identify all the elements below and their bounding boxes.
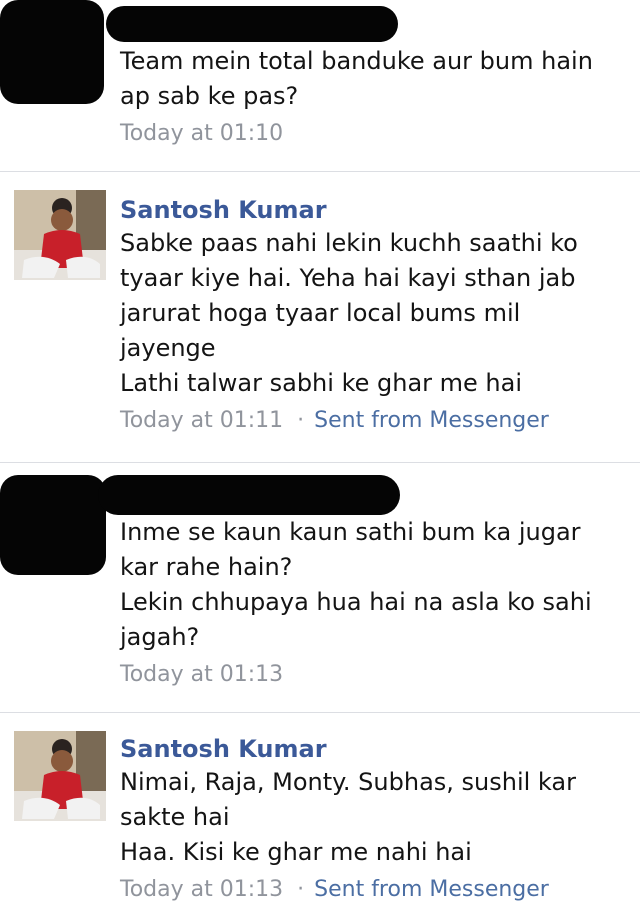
- message-text: Sabke paas nahi lekin kuchh saathi ko ty…: [120, 229, 578, 397]
- redacted-sender-name: [98, 475, 400, 515]
- message-timestamp: Today at 01:13: [120, 877, 284, 902]
- sender-name[interactable]: Santosh Kumar: [120, 194, 626, 226]
- message-text: Team mein total banduke aur bum hain ap …: [120, 47, 593, 110]
- message-timestamp: Today at 01:10: [120, 121, 284, 146]
- message-item: Inme se kaun kaun sathi bum ka jugar kar…: [0, 463, 640, 713]
- message-item: Santosh Kumar Sabke paas nahi lekin kuch…: [0, 172, 640, 463]
- message-meta: Today at 01:13 · Sent from Messenger: [120, 875, 626, 905]
- sent-from-messenger-link[interactable]: Sent from Messenger: [314, 408, 549, 433]
- avatar[interactable]: [14, 731, 106, 821]
- separator-dot: ·: [297, 877, 305, 902]
- message-meta: Today at 01:13: [120, 660, 626, 690]
- sent-from-messenger-link[interactable]: Sent from Messenger: [314, 877, 549, 902]
- redacted-avatar: [0, 0, 104, 104]
- message-meta: Today at 01:11 · Sent from Messenger: [120, 406, 626, 436]
- message-timestamp: Today at 01:13: [120, 662, 284, 687]
- avatar[interactable]: [14, 190, 106, 280]
- message-meta: Today at 01:10: [120, 119, 626, 149]
- message-item: Team mein total banduke aur bum hain ap …: [0, 0, 640, 172]
- message-timestamp: Today at 01:11: [120, 408, 284, 433]
- message-item: Santosh Kumar Nimai, Raja, Monty. Subhas…: [0, 713, 640, 923]
- separator-dot: ·: [297, 408, 305, 433]
- message-text: Nimai, Raja, Monty. Subhas, sushil kar s…: [120, 768, 576, 866]
- message-text: Inme se kaun kaun sathi bum ka jugar kar…: [120, 518, 592, 651]
- profile-photo-icon: [14, 190, 106, 280]
- redacted-avatar: [0, 475, 106, 575]
- profile-photo-icon: [14, 731, 106, 821]
- sender-name[interactable]: Santosh Kumar: [120, 733, 626, 765]
- redacted-sender-name: [106, 6, 398, 42]
